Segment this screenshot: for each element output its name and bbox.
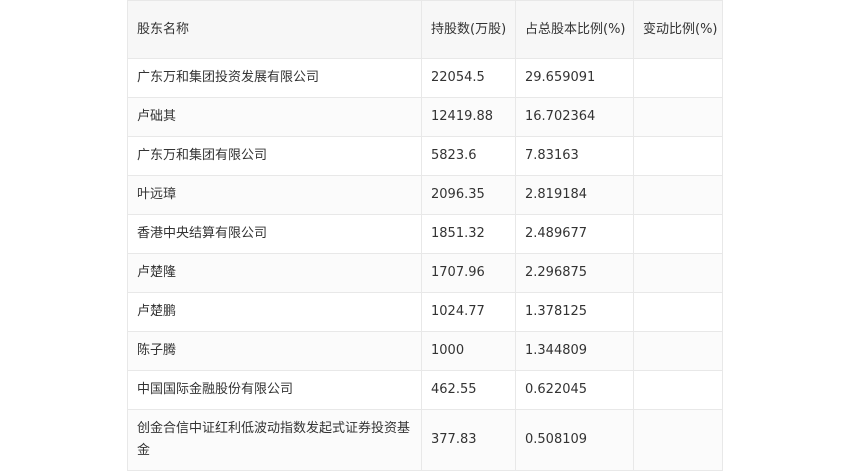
table-row: 香港中央结算有限公司 1851.32 2.489677 <box>127 214 723 254</box>
table-row: 广东万和集团有限公司 5823.6 7.83163 <box>127 136 723 176</box>
cell-share-ratio: 1.378125 <box>515 292 634 332</box>
cell-change-ratio <box>633 214 723 254</box>
cell-shares-held: 1024.77 <box>421 292 516 332</box>
cell-share-ratio: 0.508109 <box>515 409 634 471</box>
table-row: 卢楚隆 1707.96 2.296875 <box>127 253 723 293</box>
cell-shareholder-name: 卢楚隆 <box>127 253 422 293</box>
cell-shareholder-name: 广东万和集团投资发展有限公司 <box>127 58 422 98</box>
cell-share-ratio: 29.659091 <box>515 58 634 98</box>
table-row: 卢础其 12419.88 16.702364 <box>127 97 723 137</box>
cell-share-ratio: 2.819184 <box>515 175 634 215</box>
cell-shareholder-name: 创金合信中证红利低波动指数发起式证券投资基金 <box>127 409 422 471</box>
header-shares-held: 持股数(万股) <box>421 0 516 59</box>
cell-shares-held: 377.83 <box>421 409 516 471</box>
header-change-ratio: 变动比例(%) <box>633 0 723 59</box>
cell-change-ratio <box>633 175 723 215</box>
cell-share-ratio: 16.702364 <box>515 97 634 137</box>
cell-shares-held: 5823.6 <box>421 136 516 176</box>
cell-shares-held: 2096.35 <box>421 175 516 215</box>
table-row: 中国国际金融股份有限公司 462.55 0.622045 <box>127 370 723 410</box>
cell-shareholder-name: 中国国际金融股份有限公司 <box>127 370 422 410</box>
header-share-ratio: 占总股本比例(%) <box>515 0 634 59</box>
cell-shareholder-name: 卢础其 <box>127 97 422 137</box>
cell-shares-held: 12419.88 <box>421 97 516 137</box>
cell-shareholder-name: 香港中央结算有限公司 <box>127 214 422 254</box>
cell-change-ratio <box>633 253 723 293</box>
cell-share-ratio: 2.296875 <box>515 253 634 293</box>
cell-change-ratio <box>633 370 723 410</box>
cell-share-ratio: 7.83163 <box>515 136 634 176</box>
cell-change-ratio <box>633 331 723 371</box>
cell-shares-held: 1851.32 <box>421 214 516 254</box>
table-row: 陈子腾 1000 1.344809 <box>127 331 723 371</box>
cell-shareholder-name: 叶远璋 <box>127 175 422 215</box>
cell-change-ratio <box>633 97 723 137</box>
cell-share-ratio: 2.489677 <box>515 214 634 254</box>
shareholder-table-container: 股东名称 持股数(万股) 占总股本比例(%) 变动比例(%) 广东万和集团投资发… <box>127 0 723 471</box>
shareholder-table: 股东名称 持股数(万股) 占总股本比例(%) 变动比例(%) 广东万和集团投资发… <box>127 0 723 471</box>
cell-change-ratio <box>633 136 723 176</box>
table-row: 创金合信中证红利低波动指数发起式证券投资基金 377.83 0.508109 <box>127 409 723 471</box>
table-row: 卢楚鹏 1024.77 1.378125 <box>127 292 723 332</box>
cell-share-ratio: 1.344809 <box>515 331 634 371</box>
cell-shareholder-name: 陈子腾 <box>127 331 422 371</box>
cell-change-ratio <box>633 292 723 332</box>
table-row: 叶远璋 2096.35 2.819184 <box>127 175 723 215</box>
table-header-row: 股东名称 持股数(万股) 占总股本比例(%) 变动比例(%) <box>127 0 723 59</box>
cell-change-ratio <box>633 409 723 471</box>
cell-shares-held: 22054.5 <box>421 58 516 98</box>
cell-shares-held: 462.55 <box>421 370 516 410</box>
cell-shares-held: 1000 <box>421 331 516 371</box>
cell-shares-held: 1707.96 <box>421 253 516 293</box>
cell-shareholder-name: 卢楚鹏 <box>127 292 422 332</box>
cell-shareholder-name: 广东万和集团有限公司 <box>127 136 422 176</box>
header-shareholder-name: 股东名称 <box>127 0 422 59</box>
cell-change-ratio <box>633 58 723 98</box>
table-row: 广东万和集团投资发展有限公司 22054.5 29.659091 <box>127 58 723 98</box>
cell-share-ratio: 0.622045 <box>515 370 634 410</box>
